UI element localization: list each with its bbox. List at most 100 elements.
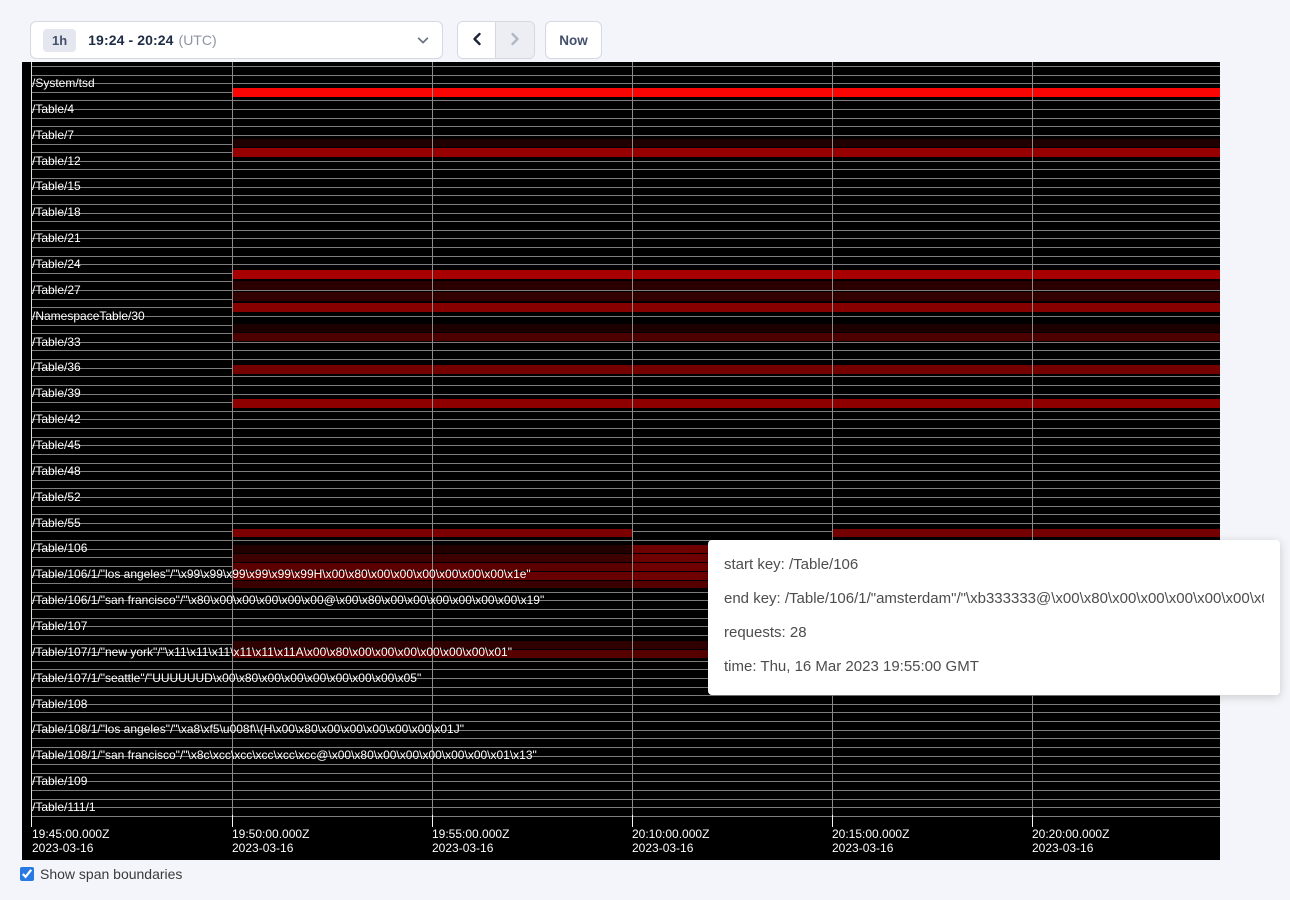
axis-time: 20:15:00.000Z: [832, 827, 909, 841]
span-boundary-line: [31, 342, 1220, 343]
previous-range-button[interactable]: [458, 22, 496, 58]
heatmap-band[interactable]: [232, 333, 1220, 341]
heatmap-band[interactable]: [232, 281, 1220, 290]
time-gridline: [632, 62, 633, 817]
row-label: /Table/48: [32, 465, 81, 477]
span-boundary-line: [31, 376, 1220, 377]
span-boundary-line: [31, 488, 1220, 489]
axis-time: 19:55:00.000Z: [432, 827, 509, 841]
axis-label: 20:10:00.000Z2023-03-16: [632, 827, 709, 855]
heatmap-band[interactable]: [832, 529, 1220, 537]
span-boundary-line: [31, 359, 1220, 360]
span-boundary-line: [31, 773, 1220, 774]
span-boundary-line: [31, 290, 1220, 291]
span-boundary-line: [31, 807, 1220, 808]
chevron-right-icon: [507, 31, 523, 50]
heatmap-band[interactable]: [232, 270, 1220, 279]
span-boundary-line: [31, 126, 1220, 127]
axis-tick: [832, 815, 833, 827]
span-boundary-line: [31, 523, 1220, 524]
next-range-button[interactable]: [496, 22, 534, 58]
span-boundary-line: [31, 221, 1220, 222]
time-range-selector[interactable]: 1h 19:24 - 20:24 (UTC): [30, 21, 443, 59]
heatmap-band[interactable]: [232, 303, 1220, 312]
key-visualizer-page: 1h 19:24 - 20:24 (UTC) Now /System/tsd/T…: [0, 0, 1290, 900]
span-boundary-line: [31, 238, 1220, 239]
span-boundary-line: [31, 264, 1220, 265]
span-boundary-line: [31, 195, 1220, 196]
span-boundary-line: [31, 704, 1220, 705]
span-tooltip: start key: /Table/106 end key: /Table/10…: [708, 540, 1280, 695]
range-duration-badge: 1h: [43, 29, 76, 52]
row-label: /Table/36: [32, 361, 81, 373]
row-label: /Table/4: [32, 103, 74, 115]
tooltip-start-key: start key: /Table/106: [724, 554, 1264, 576]
time-gridline: [832, 62, 833, 817]
axis-date: 2023-03-16: [1032, 841, 1109, 855]
time-gridline: [432, 62, 433, 817]
row-label: /Table/55: [32, 517, 81, 529]
span-boundary-line: [31, 428, 1220, 429]
axis-date: 2023-03-16: [432, 841, 509, 855]
chevron-down-icon: [416, 33, 430, 47]
span-boundary-line: [31, 230, 1220, 231]
row-label: /Table/21: [32, 232, 81, 244]
span-boundary-line: [31, 445, 1220, 446]
heatmap-band[interactable]: [232, 139, 1220, 147]
row-label: /Table/109: [32, 775, 87, 787]
row-label: /Table/106/1/"los angeles"/"\x99\x99\x99…: [32, 568, 531, 580]
heatmap-band[interactable]: [232, 292, 1220, 301]
span-boundary-line: [31, 118, 1220, 119]
axis-time: 19:45:00.000Z: [32, 827, 109, 841]
row-label: /Table/108/1/"los angeles"/"\xa8\xf5\u00…: [32, 723, 464, 735]
span-boundary-line: [31, 799, 1220, 800]
row-label: /Table/24: [32, 258, 81, 270]
row-label: /Table/111/1: [32, 801, 96, 813]
row-label: /Table/27: [32, 284, 81, 296]
span-boundary-line: [31, 100, 1220, 101]
heatmap-band[interactable]: [232, 148, 1220, 157]
span-boundary-line: [31, 514, 1220, 515]
span-boundary-line: [31, 161, 1220, 162]
axis-tick: [31, 815, 32, 827]
span-boundary-line: [31, 816, 1220, 817]
span-boundary-line: [31, 247, 1220, 248]
span-boundary-line: [31, 764, 1220, 765]
span-boundary-line: [31, 316, 1220, 317]
span-boundary-line: [31, 213, 1220, 214]
span-boundary-line: [31, 419, 1220, 420]
axis-label: 20:20:00.000Z2023-03-16: [1032, 827, 1109, 855]
row-label: /Table/106: [32, 542, 87, 554]
tooltip-requests: requests: 28: [724, 622, 1264, 644]
row-label: /Table/107/1/"new york"/"\x11\x11\x11\x1…: [32, 646, 512, 658]
span-boundary-line: [31, 187, 1220, 188]
row-label: /Table/15: [32, 180, 81, 192]
span-boundary-line: [31, 480, 1220, 481]
show-span-boundaries-checkbox[interactable]: [20, 867, 34, 881]
heatmap-band[interactable]: [232, 399, 1220, 408]
row-label: /Table/107/1/"seattle"/"UUUUUUD\x00\x80\…: [32, 672, 421, 684]
time-gridline: [232, 62, 233, 817]
span-boundary-line: [31, 350, 1220, 351]
heatmap-band[interactable]: [232, 88, 1220, 97]
span-boundaries-control: Show span boundaries: [20, 866, 182, 882]
row-label: /NamespaceTable/30: [32, 310, 145, 322]
row-label: /Table/52: [32, 491, 81, 503]
span-boundary-line: [31, 781, 1220, 782]
axis-tick: [232, 815, 233, 827]
row-label: /Table/42: [32, 413, 81, 425]
axis-date: 2023-03-16: [32, 841, 109, 855]
span-boundary-line: [31, 695, 1220, 696]
row-label: /Table/108/1/"san francisco"/"\x8c\xcc\x…: [32, 749, 537, 761]
span-boundary-line: [31, 790, 1220, 791]
axis-date: 2023-03-16: [232, 841, 309, 855]
heatmap-canvas[interactable]: /System/tsd/Table/4/Table/7/Table/12/Tab…: [22, 62, 1220, 860]
span-boundary-line: [31, 75, 1220, 76]
span-boundary-line: [31, 497, 1220, 498]
now-button[interactable]: Now: [545, 21, 602, 59]
heatmap-band[interactable]: [232, 365, 1220, 374]
axis-time: 19:50:00.000Z: [232, 827, 309, 841]
heatmap-band[interactable]: [232, 324, 1220, 332]
axis-label: 19:55:00.000Z2023-03-16: [432, 827, 509, 855]
row-label: /Table/33: [32, 336, 81, 348]
